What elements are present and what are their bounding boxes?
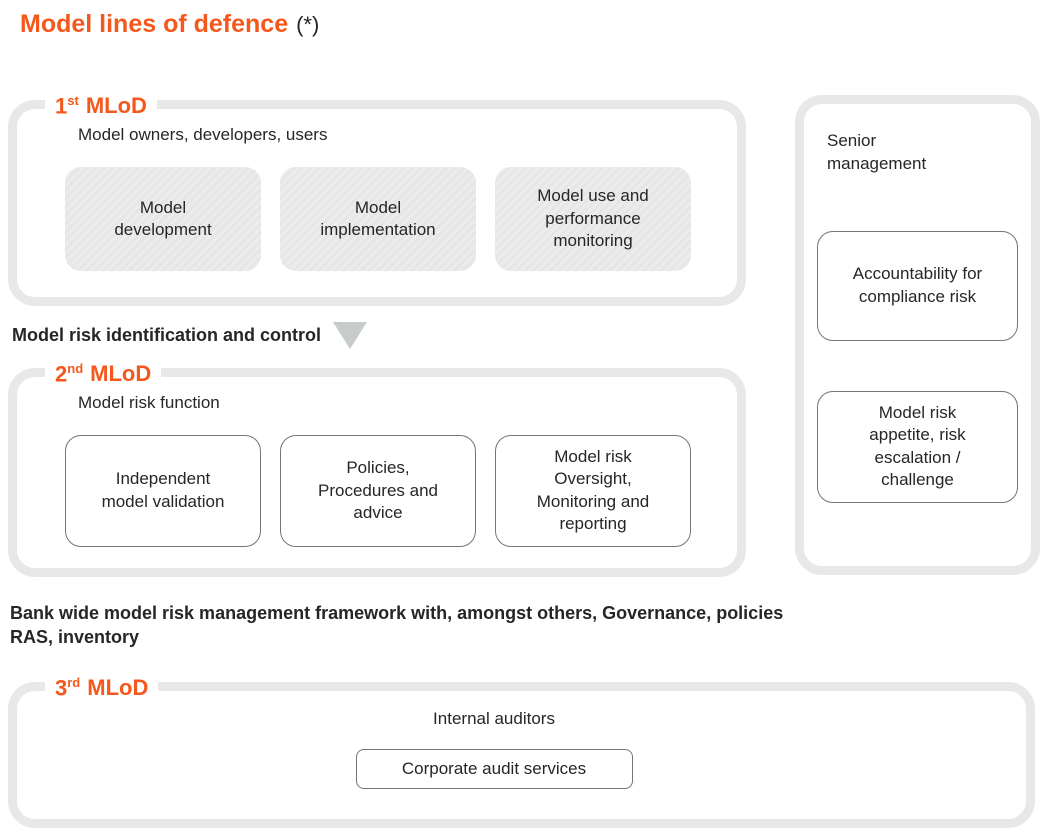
mlod3-ordinal-suffix: rd bbox=[67, 675, 80, 690]
mlod2-subtitle: Model risk function bbox=[78, 393, 691, 413]
model-risk-identification-text: Model risk identification and control bbox=[12, 325, 321, 345]
mlod3-box: 3rdMLoD Internal auditors Corporate audi… bbox=[8, 682, 1035, 828]
mlod3-ordinal: 3 bbox=[55, 675, 67, 700]
mlod3-word: MLoD bbox=[87, 675, 148, 700]
page-title-main: Model lines of defence bbox=[20, 10, 288, 38]
page-title: Model lines of defence (*) bbox=[20, 10, 319, 39]
mlod3-label: 3rd MLoD bbox=[45, 669, 158, 701]
mlod2-ordinal: 2 bbox=[55, 361, 67, 386]
mlod2-box: 2ndMLoD Model risk function Independent … bbox=[8, 368, 746, 577]
mlod1-label: 1st MLoD bbox=[45, 87, 157, 119]
mlod2-word: MLoD bbox=[90, 361, 151, 386]
page-title-note: (*) bbox=[296, 12, 319, 37]
model-risk-identification-heading: Model risk identification and control bbox=[12, 322, 367, 349]
mlod2-item-policies-procedures: Policies, Procedures and advice bbox=[280, 435, 476, 547]
mlod1-item-row: Model development Model implementation M… bbox=[65, 167, 691, 271]
mlod3-item-corporate-audit-services: Corporate audit services bbox=[356, 749, 633, 789]
down-triangle-icon bbox=[333, 322, 367, 349]
mlod2-item-oversight-monitoring: Model risk Oversight, Monitoring and rep… bbox=[495, 435, 691, 547]
mlod1-ordinal: 1 bbox=[55, 93, 67, 118]
side-item-model-risk-appetite: Model risk appetite, risk escalation / c… bbox=[817, 391, 1018, 503]
mlod3-subtitle: Internal auditors bbox=[433, 709, 555, 729]
mlod1-ordinal-suffix: st bbox=[67, 93, 79, 108]
mlod1-item-model-implementation: Model implementation bbox=[280, 167, 476, 271]
mlod2-item-row: Independent model validation Policies, P… bbox=[65, 435, 691, 547]
mlod2-label: 2nd MLoD bbox=[45, 355, 161, 387]
mlod1-word: MLoD bbox=[86, 93, 147, 118]
side-item-accountability-compliance: Accountability for compliance risk bbox=[817, 231, 1018, 341]
mlod1-box: 1stMLoD Model owners, developers, users … bbox=[8, 100, 746, 306]
senior-management-panel: Senior management Accountability for com… bbox=[795, 95, 1040, 575]
mlod2-ordinal-suffix: nd bbox=[67, 361, 83, 376]
senior-management-title: Senior management bbox=[827, 130, 957, 176]
mlod1-subtitle: Model owners, developers, users bbox=[78, 125, 691, 145]
mlod1-item-model-use-monitoring: Model use and performance monitoring bbox=[495, 167, 691, 271]
mlod1-item-model-development: Model development bbox=[65, 167, 261, 271]
framework-statement: Bank wide model risk management framewor… bbox=[10, 601, 800, 650]
mlod2-item-independent-validation: Independent model validation bbox=[65, 435, 261, 547]
